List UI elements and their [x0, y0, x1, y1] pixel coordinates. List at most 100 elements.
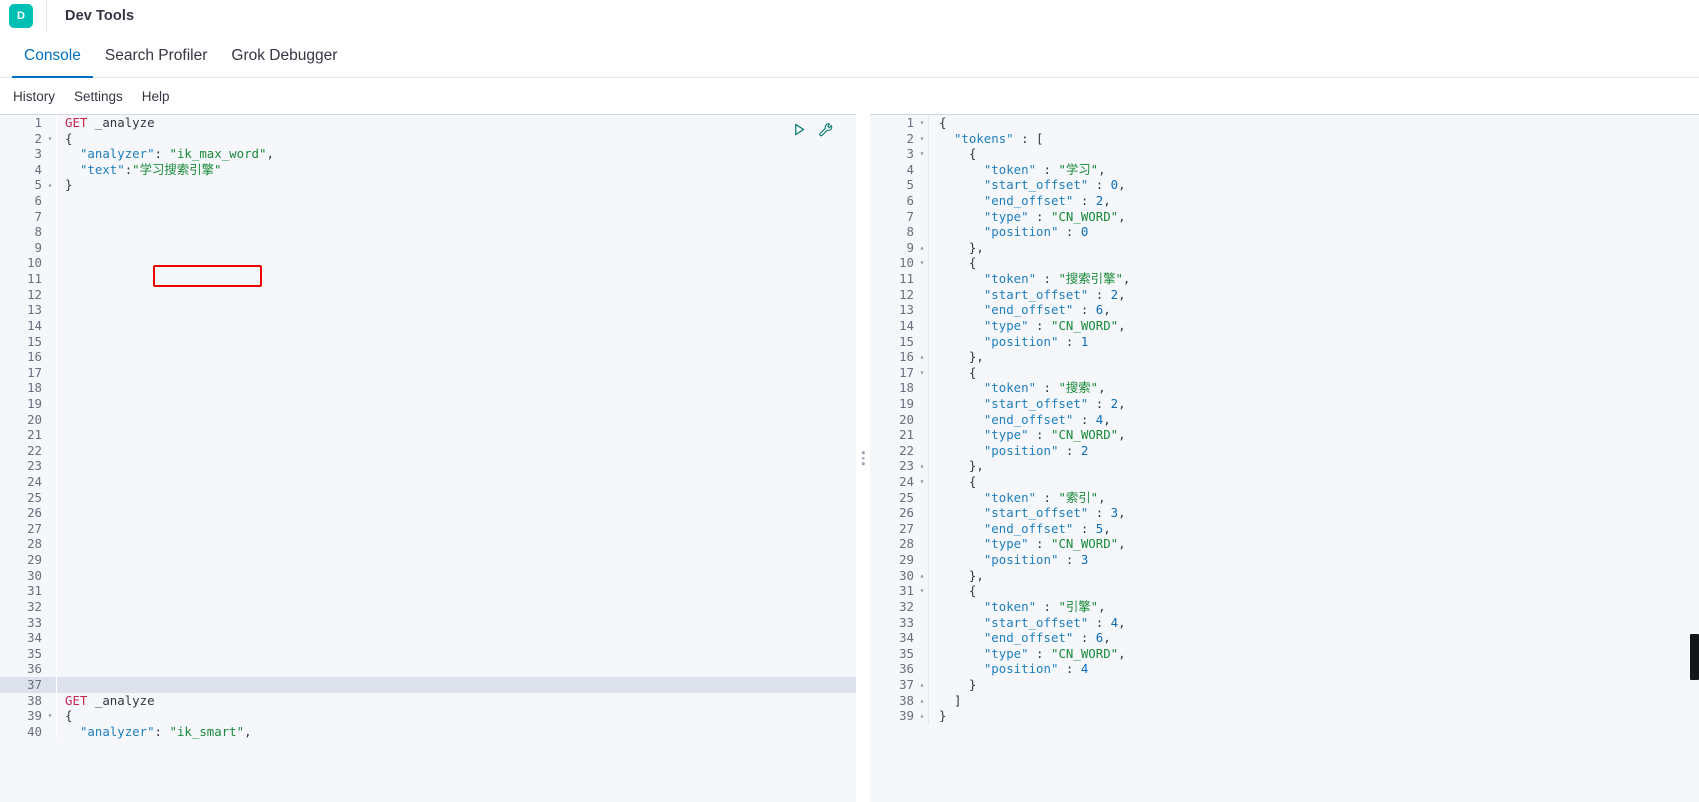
- code-line[interactable]: 35 "type" : "CN_WORD",: [870, 645, 1699, 662]
- code-line[interactable]: 25 "token" : "索引",: [870, 489, 1699, 506]
- code-line[interactable]: 23: [0, 458, 856, 475]
- fold-toggle-icon[interactable]: ▾: [916, 146, 928, 162]
- code-line[interactable]: 35: [0, 645, 856, 662]
- submenu-item-help[interactable]: Help: [142, 89, 170, 104]
- submenu-item-history[interactable]: History: [13, 89, 55, 104]
- code-line[interactable]: 31 ▾ {: [870, 583, 1699, 599]
- code-line[interactable]: 22: [0, 442, 856, 459]
- fold-toggle-icon[interactable]: ▴: [916, 677, 928, 693]
- code-line[interactable]: 38 GET _analyze: [0, 692, 856, 709]
- fold-toggle-icon[interactable]: ▴: [44, 177, 56, 193]
- code-line[interactable]: 3 "analyzer": "ik_max_word",: [0, 146, 856, 162]
- code-line[interactable]: 26 "start_offset" : 3,: [870, 505, 1699, 521]
- play-triangle-icon[interactable]: [791, 121, 808, 138]
- fold-toggle-icon[interactable]: ▾: [916, 365, 928, 381]
- fold-toggle-icon[interactable]: ▾: [916, 255, 928, 271]
- code-line[interactable]: 36: [0, 661, 856, 677]
- pane-splitter[interactable]: [856, 114, 870, 802]
- window-scrollbar-thumb[interactable]: [1690, 634, 1699, 680]
- code-line[interactable]: 34: [0, 630, 856, 646]
- code-line[interactable]: 28 "type" : "CN_WORD",: [870, 536, 1699, 553]
- code-line[interactable]: 13: [0, 302, 856, 318]
- code-line[interactable]: 19 "start_offset" : 2,: [870, 395, 1699, 412]
- code-line[interactable]: 15: [0, 333, 856, 350]
- code-line[interactable]: 37 ▴ }: [870, 676, 1699, 693]
- code-line[interactable]: 11: [0, 271, 856, 287]
- code-line[interactable]: 32 "token" : "引擎",: [870, 598, 1699, 615]
- code-line[interactable]: 32: [0, 598, 856, 615]
- code-line[interactable]: 28: [0, 536, 856, 553]
- code-line[interactable]: 38 ▴ ]: [870, 692, 1699, 709]
- fold-toggle-icon[interactable]: ▾: [916, 474, 928, 490]
- code-line[interactable]: 14 "type" : "CN_WORD",: [870, 317, 1699, 334]
- code-line[interactable]: 5 "start_offset" : 0,: [870, 177, 1699, 194]
- code-line[interactable]: 8 "position" : 0: [870, 224, 1699, 240]
- code-line[interactable]: 10: [0, 255, 856, 272]
- code-line[interactable]: 25: [0, 489, 856, 506]
- code-line[interactable]: 6 "end_offset" : 2,: [870, 193, 1699, 209]
- code-line[interactable]: 13 "end_offset" : 6,: [870, 302, 1699, 318]
- fold-toggle-icon[interactable]: ▾: [44, 131, 56, 147]
- code-line[interactable]: 1 ▾ {: [870, 115, 1699, 131]
- fold-toggle-icon[interactable]: ▾: [916, 115, 928, 131]
- fold-toggle-icon[interactable]: ▾: [44, 708, 56, 724]
- code-line[interactable]: 37: [0, 676, 856, 693]
- tab-grok-debugger[interactable]: Grok Debugger: [219, 47, 349, 77]
- code-line[interactable]: 21: [0, 427, 856, 443]
- code-line[interactable]: 20 "end_offset" : 4,: [870, 411, 1699, 428]
- code-line[interactable]: 22 "position" : 2: [870, 442, 1699, 459]
- response-pane[interactable]: 1 ▾{2 ▾ "tokens" : [3 ▾ {4 "token" : "学习", 5…: [870, 114, 1699, 802]
- code-line[interactable]: 20: [0, 411, 856, 428]
- code-line[interactable]: 40 "analyzer": "ik_smart",: [0, 723, 856, 740]
- code-line[interactable]: 16 ▴ },: [870, 349, 1699, 365]
- code-line[interactable]: 18 "token" : "搜索",: [870, 380, 1699, 396]
- code-line[interactable]: 27 "end_offset" : 5,: [870, 520, 1699, 537]
- code-line[interactable]: 3 ▾ {: [870, 146, 1699, 162]
- tab-console[interactable]: Console: [12, 47, 93, 78]
- code-line[interactable]: 7: [0, 208, 856, 225]
- code-line[interactable]: 30 ▴ },: [870, 567, 1699, 584]
- tab-search-profiler[interactable]: Search Profiler: [93, 47, 220, 77]
- code-line[interactable]: 30: [0, 567, 856, 584]
- fold-toggle-icon[interactable]: ▴: [916, 458, 928, 474]
- request-pane[interactable]: 1 GET _analyze 2 ▾{3 "analyzer": "ik_max_wo…: [0, 114, 856, 802]
- code-line[interactable]: 14: [0, 317, 856, 334]
- fold-toggle-icon[interactable]: ▴: [916, 693, 928, 709]
- fold-toggle-icon[interactable]: ▴: [916, 240, 928, 256]
- code-line[interactable]: 31: [0, 583, 856, 599]
- code-line[interactable]: 10 ▾ {: [870, 255, 1699, 272]
- code-line[interactable]: 19: [0, 395, 856, 412]
- code-line[interactable]: 16: [0, 349, 856, 365]
- code-line[interactable]: 36 "position" : 4: [870, 661, 1699, 677]
- code-line[interactable]: 39 ▴}: [870, 708, 1699, 724]
- request-code-body[interactable]: 1 GET _analyze 2 ▾{3 "analyzer": "ik_max_wo…: [0, 115, 856, 740]
- code-line[interactable]: 12 "start_offset" : 2,: [870, 286, 1699, 303]
- code-line[interactable]: 18: [0, 380, 856, 396]
- code-line[interactable]: 1 GET _analyze: [0, 115, 856, 131]
- code-line[interactable]: 8: [0, 224, 856, 240]
- code-line[interactable]: 9: [0, 239, 856, 256]
- code-line[interactable]: 7 "type" : "CN_WORD",: [870, 208, 1699, 225]
- code-line[interactable]: 33: [0, 614, 856, 631]
- fold-toggle-icon[interactable]: ▴: [916, 568, 928, 584]
- code-line[interactable]: 2 ▾ {: [0, 130, 856, 147]
- fold-toggle-icon[interactable]: ▴: [916, 349, 928, 365]
- code-line[interactable]: 26: [0, 505, 856, 521]
- fold-toggle-icon[interactable]: ▾: [916, 131, 928, 147]
- code-line[interactable]: 23 ▴ },: [870, 458, 1699, 475]
- code-line[interactable]: 15 "position" : 1: [870, 333, 1699, 350]
- code-line[interactable]: 24 ▾ {: [870, 474, 1699, 490]
- code-line[interactable]: 24: [0, 474, 856, 490]
- code-line[interactable]: 2 ▾ "tokens" : [: [870, 130, 1699, 147]
- code-line[interactable]: 33 "start_offset" : 4,: [870, 614, 1699, 631]
- code-line[interactable]: 4 "token" : "学习",: [870, 161, 1699, 178]
- fold-toggle-icon[interactable]: ▾: [916, 583, 928, 599]
- code-line[interactable]: 34 "end_offset" : 6,: [870, 630, 1699, 646]
- wrench-icon[interactable]: [817, 121, 834, 138]
- code-line[interactable]: 17: [0, 364, 856, 381]
- code-line[interactable]: 39 ▾ {: [0, 708, 856, 724]
- code-line[interactable]: 11 "token" : "搜索引擎",: [870, 271, 1699, 287]
- code-line[interactable]: 12: [0, 286, 856, 303]
- code-line[interactable]: 5 ▴}: [0, 177, 856, 194]
- code-line[interactable]: 6: [0, 193, 856, 209]
